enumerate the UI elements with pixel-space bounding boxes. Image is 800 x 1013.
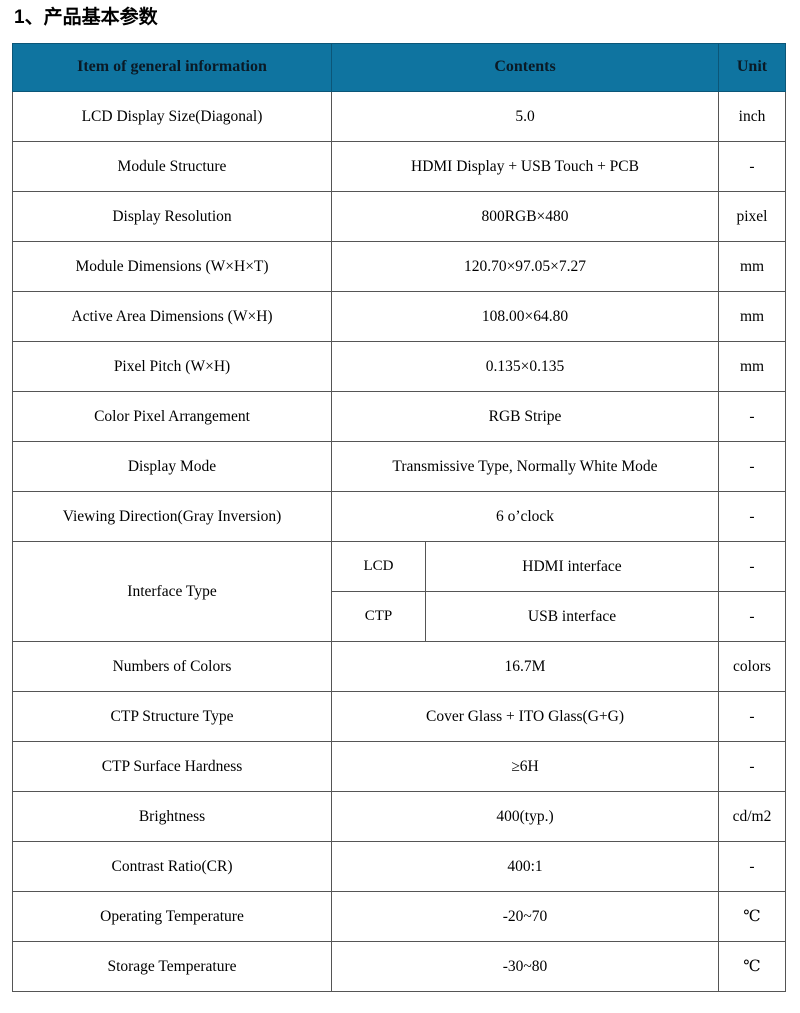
table-row: CTP Structure Type Cover Glass + ITO Glas… xyxy=(12,691,786,742)
column-header-contents: Contents xyxy=(331,43,719,92)
interface-sub-label: LCD xyxy=(331,541,426,592)
row-unit: - xyxy=(718,841,786,892)
table-body: LCD Display Size(Diagonal) 5.0 inch Module … xyxy=(12,91,786,992)
table-header-row: Item of general information Contents Uni… xyxy=(12,43,786,92)
row-unit: ℃ xyxy=(718,941,786,992)
row-item-label: Contrast Ratio(CR) xyxy=(12,841,332,892)
row-item-label: Display Mode xyxy=(12,441,332,492)
row-item-label: Operating Temperature xyxy=(12,891,332,942)
table-row: Interface Type LCD HDMI interface - xyxy=(12,541,786,642)
row-item-label: Viewing Direction(Gray Inversion) xyxy=(12,491,332,542)
row-unit: pixel xyxy=(718,191,786,242)
row-item-label: Storage Temperature xyxy=(12,941,332,992)
product-basic-parameters-table: Item of general information Contents Uni… xyxy=(12,43,786,992)
row-unit: - xyxy=(718,441,786,492)
row-value: ≥6H xyxy=(331,741,719,792)
table-row: Display Mode Transmissive Type, Normally … xyxy=(12,441,786,492)
row-value: 16.7M xyxy=(331,641,719,692)
interface-sub-label: CTP xyxy=(331,591,426,642)
row-unit: mm xyxy=(718,341,786,392)
table-header: Item of general information Contents Uni… xyxy=(12,43,786,92)
row-value: Cover Glass + ITO Glass(G+G) xyxy=(331,691,719,742)
row-value: 6 o’clock xyxy=(331,491,719,542)
row-item-label: Active Area Dimensions (W×H) xyxy=(12,291,332,342)
row-item-label: CTP Surface Hardness xyxy=(12,741,332,792)
specification-page: 1、产品基本参数 Item of general information Con… xyxy=(0,0,800,1013)
row-item-label: Module Structure xyxy=(12,141,332,192)
row-unit: colors xyxy=(718,641,786,692)
table-row: Module Structure HDMI Display + USB Touch… xyxy=(12,141,786,192)
row-item-label: Module Dimensions (W×H×T) xyxy=(12,241,332,292)
table-row: Numbers of Colors 16.7M colors xyxy=(12,641,786,692)
row-unit: - xyxy=(718,141,786,192)
row-value: 0.135×0.135 xyxy=(331,341,719,392)
row-unit: - xyxy=(718,591,786,642)
row-unit: - xyxy=(718,741,786,792)
row-item-label: LCD Display Size(Diagonal) xyxy=(12,91,332,142)
table-row: LCD Display Size(Diagonal) 5.0 inch xyxy=(12,91,786,142)
row-item-label: Display Resolution xyxy=(12,191,332,242)
row-value: Transmissive Type, Normally White Mode xyxy=(331,441,719,492)
row-unit: - xyxy=(718,541,786,592)
interface-value: HDMI interface xyxy=(425,541,719,592)
table-row: Brightness 400(typ.) cd/m2 xyxy=(12,791,786,842)
row-value: 108.00×64.80 xyxy=(331,291,719,342)
row-item-label: Color Pixel Arrangement xyxy=(12,391,332,442)
row-value: 800RGB×480 xyxy=(331,191,719,242)
row-value: 400:1 xyxy=(331,841,719,892)
column-header-unit: Unit xyxy=(718,43,786,92)
table-row: Viewing Direction(Gray Inversion) 6 o’clo… xyxy=(12,491,786,542)
row-item-label-interface-type: Interface Type xyxy=(12,541,332,642)
row-unit: inch xyxy=(718,91,786,142)
row-value: 400(typ.) xyxy=(331,791,719,842)
row-unit: - xyxy=(718,491,786,542)
row-value: 120.70×97.05×7.27 xyxy=(331,241,719,292)
table-row: CTP Surface Hardness ≥6H - xyxy=(12,741,786,792)
row-unit: mm xyxy=(718,241,786,292)
table-row: Module Dimensions (W×H×T) 120.70×97.05×7.… xyxy=(12,241,786,292)
table-row: Display Resolution 800RGB×480 pixel xyxy=(12,191,786,242)
row-unit: - xyxy=(718,691,786,742)
interface-value: USB interface xyxy=(425,591,719,642)
table-row: Active Area Dimensions (W×H) 108.00×64.80… xyxy=(12,291,786,342)
row-value: -30~80 xyxy=(331,941,719,992)
row-item-label: Brightness xyxy=(12,791,332,842)
row-item-label: Pixel Pitch (W×H) xyxy=(12,341,332,392)
page-title: 1、产品基本参数 xyxy=(14,7,158,28)
table-row: Storage Temperature -30~80 ℃ xyxy=(12,941,786,992)
row-value: HDMI Display + USB Touch + PCB xyxy=(331,141,719,192)
column-header-item: Item of general information xyxy=(12,43,332,92)
table-row: Pixel Pitch (W×H) 0.135×0.135 mm xyxy=(12,341,786,392)
row-unit: ℃ xyxy=(718,891,786,942)
row-unit: mm xyxy=(718,291,786,342)
table-row: Color Pixel Arrangement RGB Stripe - xyxy=(12,391,786,442)
table-row: Operating Temperature -20~70 ℃ xyxy=(12,891,786,942)
row-value: -20~70 xyxy=(331,891,719,942)
row-item-label: CTP Structure Type xyxy=(12,691,332,742)
row-value: RGB Stripe xyxy=(331,391,719,442)
row-item-label: Numbers of Colors xyxy=(12,641,332,692)
row-unit: cd/m2 xyxy=(718,791,786,842)
row-value: 5.0 xyxy=(331,91,719,142)
row-unit: - xyxy=(718,391,786,442)
table-row: Contrast Ratio(CR) 400:1- xyxy=(12,841,786,892)
